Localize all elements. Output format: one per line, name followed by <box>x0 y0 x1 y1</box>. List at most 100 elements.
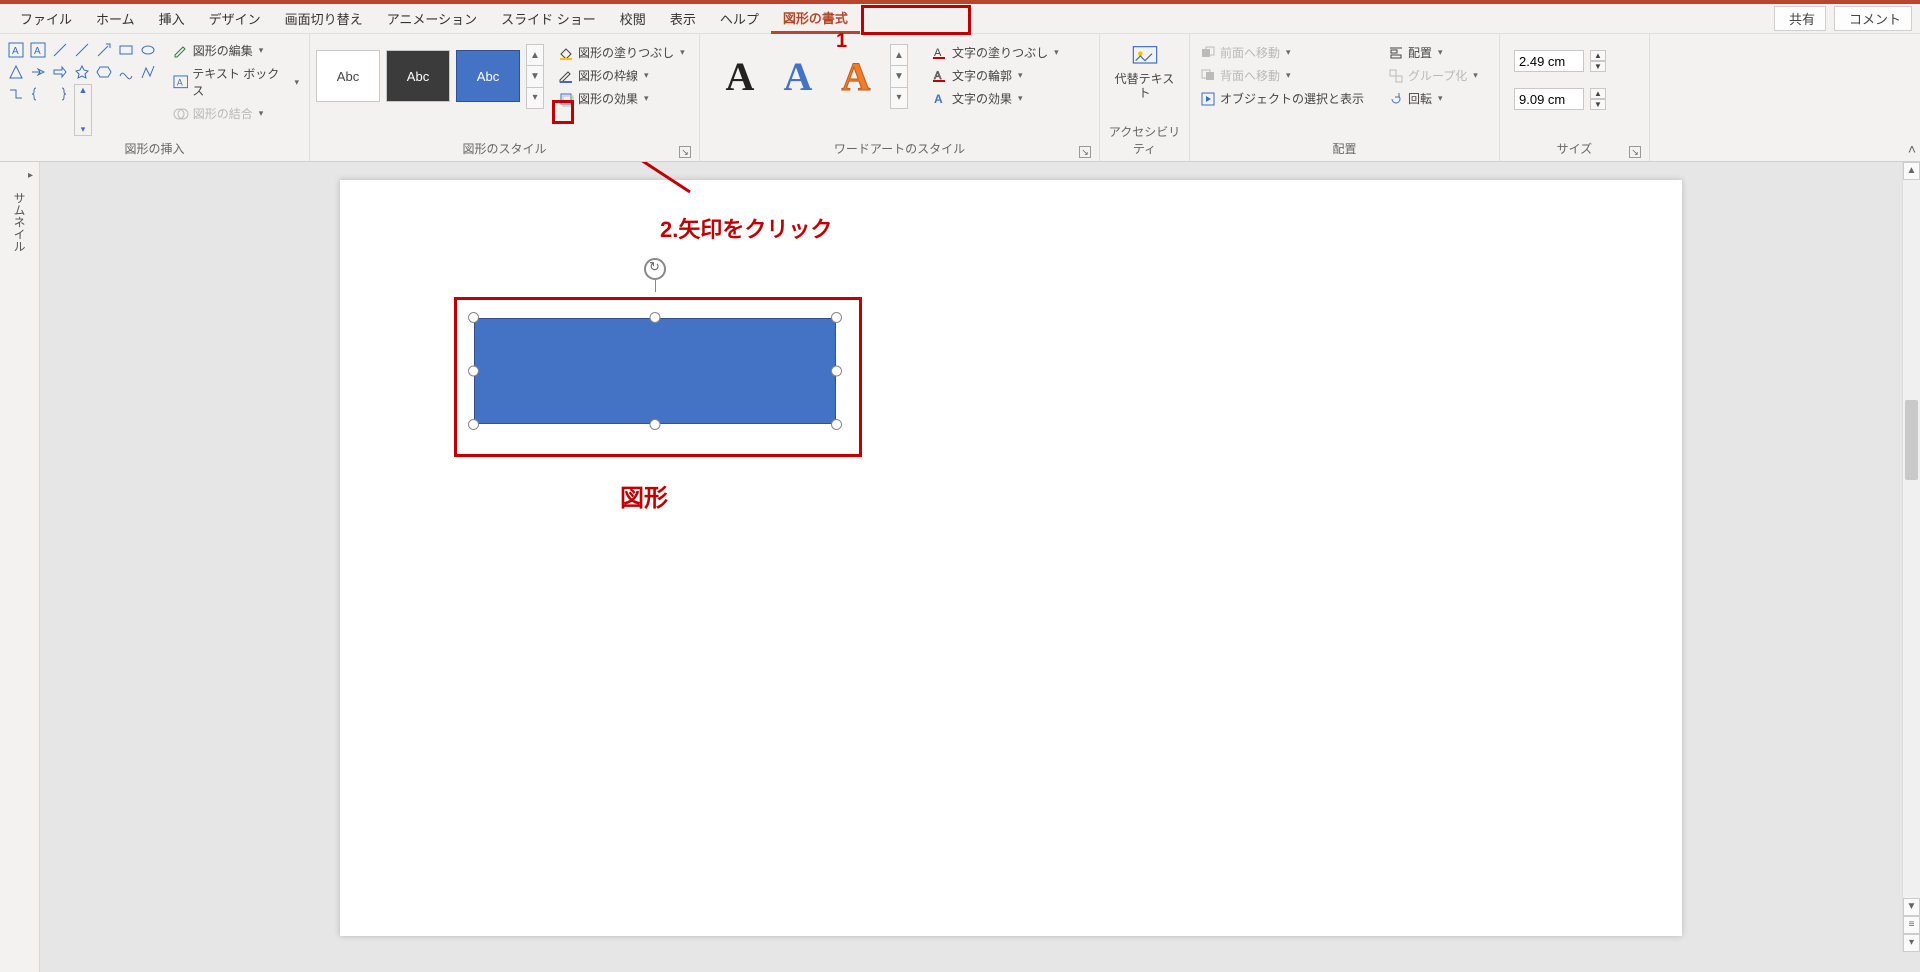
scroll-down-icon[interactable]: ▼ <box>1903 898 1920 916</box>
handle-tr[interactable] <box>831 312 842 323</box>
wordart-thumb-2[interactable]: A <box>774 48 822 104</box>
wordart-gallery-scroll[interactable]: ▲ ▼ ▾ <box>890 44 908 108</box>
tab-shape-format[interactable]: 図形の書式 <box>771 4 860 34</box>
next-slide-icon[interactable]: ▾ <box>1903 934 1920 952</box>
styles-launcher-icon[interactable]: ↘ <box>679 146 691 158</box>
comment-button[interactable]: コメント <box>1834 6 1912 31</box>
rotate-handle[interactable] <box>644 258 666 280</box>
wa-scroll-down-icon[interactable]: ▼ <box>890 65 908 87</box>
handle-mr[interactable] <box>831 366 842 377</box>
shape-brace-icon[interactable] <box>28 84 48 104</box>
wa-gallery-more-icon[interactable]: ▾ <box>890 87 908 109</box>
handle-tl[interactable] <box>468 312 479 323</box>
ribbon: A A ▲▾ <box>0 34 1920 162</box>
shape-effects-button[interactable]: 図形の効果▾ <box>554 88 689 109</box>
wordart-launcher-icon[interactable]: ↘ <box>1079 146 1091 158</box>
shape-brace2-icon[interactable] <box>50 84 70 104</box>
tab-review[interactable]: 校閲 <box>608 4 658 34</box>
group-arrange: 前面へ移動▾ 背面へ移動▾ オブジェクトの選択と表示 配置▾ <box>1190 34 1500 161</box>
handle-bm[interactable] <box>650 419 661 430</box>
handle-bl[interactable] <box>468 419 479 430</box>
style-thumb-3[interactable]: Abc <box>456 50 520 102</box>
wordart-thumb-1[interactable]: A <box>716 48 764 104</box>
shape-line2-icon[interactable] <box>72 40 92 60</box>
group-label-accessibility: アクセシビリティ <box>1106 120 1183 161</box>
style-thumb-2[interactable]: Abc <box>386 50 450 102</box>
shape-curve-icon[interactable] <box>116 62 136 82</box>
text-fill-button[interactable]: A 文字の塗りつぶし▾ <box>928 42 1063 63</box>
tab-animation[interactable]: アニメーション <box>375 4 489 34</box>
shape-fill-button[interactable]: 図形の塗りつぶし▾ <box>554 42 689 63</box>
tab-insert[interactable]: 挿入 <box>147 4 197 34</box>
shape-free-icon[interactable] <box>138 62 158 82</box>
size-launcher-icon[interactable]: ↘ <box>1629 146 1641 158</box>
tab-help[interactable]: ヘルプ <box>708 4 771 34</box>
style-gallery-more-icon[interactable]: ▾ <box>526 87 544 109</box>
selection-pane-button[interactable]: オブジェクトの選択と表示 <box>1196 88 1368 109</box>
height-input[interactable] <box>1514 50 1584 72</box>
handle-ml[interactable] <box>468 366 479 377</box>
tab-transition[interactable]: 画面切り替え <box>273 4 375 34</box>
bucket-icon <box>558 45 574 61</box>
rotate-button[interactable]: 回転▾ <box>1384 88 1482 109</box>
width-input[interactable] <box>1514 88 1584 110</box>
style-gallery-scroll[interactable]: ▲ ▼ ▾ <box>526 44 544 108</box>
vertical-scrollbar[interactable]: ▲ ▼ ≡ ▾ <box>1902 162 1920 952</box>
share-button[interactable]: 共有 <box>1774 6 1826 31</box>
bring-forward-label: 前面へ移動 <box>1220 44 1280 61</box>
shape-arrow-icon[interactable] <box>94 40 114 60</box>
width-spinner[interactable]: ▲▼ <box>1590 88 1606 110</box>
thumbnail-panel[interactable]: ▸ サムネイル <box>0 162 40 972</box>
shape-textbox-icon[interactable]: A <box>6 40 26 60</box>
selected-shape[interactable] <box>454 292 856 450</box>
annotation-step2: 2.矢印をクリック <box>660 212 832 244</box>
scroll-track[interactable] <box>1903 180 1920 898</box>
shape-triangle-icon[interactable] <box>6 62 26 82</box>
tab-view[interactable]: 表示 <box>658 4 708 34</box>
text-fill-icon: A <box>932 45 948 61</box>
tab-file[interactable]: ファイル <box>8 4 84 34</box>
style-scroll-up-icon[interactable]: ▲ <box>526 44 544 66</box>
style-thumb-1[interactable]: Abc <box>316 50 380 102</box>
text-outline-button[interactable]: A 文字の輪郭▾ <box>928 65 1063 86</box>
shape-oval-icon[interactable] <box>138 40 158 60</box>
shape-star-icon[interactable] <box>72 62 92 82</box>
shape-arrow2-icon[interactable] <box>28 62 48 82</box>
tab-design[interactable]: デザイン <box>197 4 273 34</box>
group-size: ▲▼ ▲▼ サイズ ↘ <box>1500 34 1650 161</box>
wa-scroll-up-icon[interactable]: ▲ <box>890 44 908 66</box>
alt-text-button[interactable]: 代替テキスト <box>1106 38 1183 105</box>
shape-hex-icon[interactable] <box>94 62 114 82</box>
canvas-area[interactable]: 2.矢印をクリック 図形 ▲ ▼ ≡ ▾ <box>40 162 1920 972</box>
shape-connector-icon[interactable] <box>6 84 26 104</box>
height-spinner[interactable]: ▲▼ <box>1590 50 1606 72</box>
handle-tm[interactable] <box>650 312 661 323</box>
gallery-more-icon[interactable]: ▲▾ <box>74 84 92 136</box>
panel-expand-icon[interactable]: ▸ <box>28 170 33 181</box>
handle-br[interactable] <box>831 419 842 430</box>
shape-line-icon[interactable] <box>50 40 70 60</box>
shape-arrow3-icon[interactable] <box>50 62 70 82</box>
style-scroll-down-icon[interactable]: ▼ <box>526 65 544 87</box>
prev-slide-icon[interactable]: ≡ <box>1903 916 1920 934</box>
tab-home[interactable]: ホーム <box>84 4 147 34</box>
scroll-thumb[interactable] <box>1905 400 1918 480</box>
tab-slideshow[interactable]: スライド ショー <box>489 4 608 34</box>
align-button[interactable]: 配置▾ <box>1384 42 1482 63</box>
rotate-label: 回転 <box>1408 90 1432 107</box>
wordart-thumb-3[interactable]: A <box>832 48 880 104</box>
shapes-gallery[interactable]: A A ▲▾ <box>6 38 163 136</box>
text-effects-button[interactable]: A 文字の効果▾ <box>928 88 1063 109</box>
edit-shape-button[interactable]: 図形の編集▾ <box>169 40 303 61</box>
text-box-button[interactable]: A テキスト ボックス▾ <box>169 63 303 101</box>
merge-shapes-button: 図形の結合▾ <box>169 103 303 124</box>
shape-rect-icon[interactable] <box>116 40 136 60</box>
scroll-up-icon[interactable]: ▲ <box>1903 162 1920 180</box>
shape-outline-button[interactable]: 図形の枠線▾ <box>554 65 689 86</box>
annotation-shape-label: 図形 <box>620 478 668 513</box>
rotate-icon <box>1388 91 1404 107</box>
alt-text-icon <box>1131 42 1159 70</box>
shape-textbox2-icon[interactable]: A <box>28 40 48 60</box>
shape-rectangle[interactable] <box>474 318 836 424</box>
ribbon-collapse-icon[interactable]: ˄ <box>1908 141 1916 157</box>
